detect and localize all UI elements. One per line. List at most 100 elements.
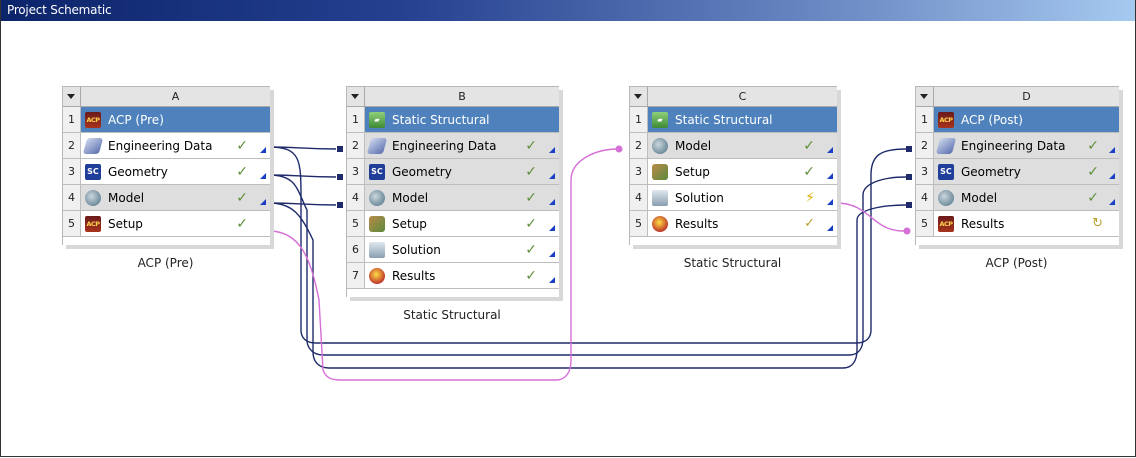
cell-results[interactable]: 7 Results ✓ bbox=[347, 263, 559, 289]
cell-geometry[interactable]: 3 SC Geometry ✓ bbox=[63, 159, 270, 185]
cell-corner-icon bbox=[549, 147, 555, 153]
system-letter: B bbox=[458, 90, 466, 103]
cell-corner-icon bbox=[827, 199, 833, 205]
cell-corner-icon bbox=[1109, 147, 1115, 153]
cell-model[interactable]: 2 Model ✓ bbox=[630, 133, 837, 159]
row-number: 3 bbox=[347, 159, 365, 184]
system-caption[interactable]: Static Structural bbox=[346, 308, 558, 322]
acp-icon: ACP bbox=[85, 216, 101, 232]
system-title-cell[interactable]: 1 ▰ Static Structural bbox=[347, 107, 559, 133]
cell-label: Model bbox=[108, 191, 145, 205]
system-header[interactable]: A bbox=[63, 87, 270, 107]
cell-geometry[interactable]: 3 SC Geometry ✓ bbox=[916, 159, 1119, 185]
cell-engineering-data[interactable]: 2 Engineering Data ✓ bbox=[916, 133, 1119, 159]
cell-setup[interactable]: 5 ACP Setup ✓ bbox=[63, 211, 270, 237]
input-connector-b3 bbox=[337, 174, 343, 180]
system-caption[interactable]: ACP (Post) bbox=[915, 256, 1118, 270]
system-header[interactable]: C bbox=[630, 87, 837, 107]
engineering-data-icon bbox=[366, 138, 388, 154]
solution-icon bbox=[369, 242, 385, 258]
row-number: 4 bbox=[63, 185, 81, 210]
cell-label: Geometry bbox=[108, 165, 168, 179]
up-to-date-check-icon: ✓ bbox=[236, 216, 248, 232]
cell-corner-icon bbox=[549, 199, 555, 205]
cell-setup[interactable]: 3 Setup ✓ bbox=[630, 159, 837, 185]
system-header[interactable]: D bbox=[916, 87, 1119, 107]
row-number: 2 bbox=[347, 133, 365, 158]
row-number: 3 bbox=[916, 159, 934, 184]
cell-geometry[interactable]: 3 SC Geometry ✓ bbox=[347, 159, 559, 185]
row-number: 5 bbox=[63, 211, 81, 236]
cell-label: Solution bbox=[392, 243, 441, 257]
system-title-cell[interactable]: 1 ▰ Static Structural bbox=[630, 107, 837, 133]
cell-corner-icon bbox=[549, 173, 555, 179]
cell-model[interactable]: 4 Model ✓ bbox=[63, 185, 270, 211]
row-number: 1 bbox=[630, 107, 648, 132]
cell-corner-icon bbox=[827, 225, 833, 231]
system-header[interactable]: B bbox=[347, 87, 559, 107]
cell-setup[interactable]: 5 Setup ✓ bbox=[347, 211, 559, 237]
system-d[interactable]: D 1 ACP ACP (Post) 2 Engineering Data ✓ … bbox=[915, 86, 1119, 245]
cell-label: Model bbox=[675, 139, 712, 153]
cell-solution[interactable]: 4 Solution ⚡ bbox=[630, 185, 837, 211]
link-c4-d5 bbox=[835, 202, 905, 232]
cell-results[interactable]: 5 Results ✓ bbox=[630, 211, 837, 237]
results-icon bbox=[369, 268, 385, 284]
cell-corner-icon bbox=[260, 199, 266, 205]
up-to-date-check-icon: ✓ bbox=[803, 164, 815, 180]
cell-corner-icon bbox=[549, 277, 555, 283]
up-to-date-check-icon: ✓ bbox=[1087, 138, 1099, 154]
up-to-date-check-icon: ✓ bbox=[525, 190, 537, 206]
cell-engineering-data[interactable]: 2 Engineering Data ✓ bbox=[347, 133, 559, 159]
system-b[interactable]: B 1 ▰ Static Structural 2 Engineering Da… bbox=[346, 86, 559, 297]
system-c[interactable]: C 1 ▰ Static Structural 2 Model ✓ 3 Setu… bbox=[629, 86, 837, 245]
system-letter: A bbox=[171, 90, 180, 103]
system-menu-button[interactable] bbox=[63, 87, 81, 107]
input-connector-d5 bbox=[903, 227, 911, 235]
system-title-cell[interactable]: 1 ACP ACP (Post) bbox=[916, 107, 1119, 133]
row-number: 3 bbox=[63, 159, 81, 184]
cell-label: Results bbox=[675, 217, 719, 231]
row-number: 2 bbox=[630, 133, 648, 158]
cell-label: Setup bbox=[392, 217, 427, 231]
cell-model[interactable]: 4 Model ✓ bbox=[916, 185, 1119, 211]
engineering-data-icon bbox=[935, 138, 957, 154]
input-connector-b4 bbox=[337, 202, 343, 208]
input-connector-d2 bbox=[906, 146, 912, 152]
cell-model[interactable]: 4 Model ✓ bbox=[347, 185, 559, 211]
cell-corner-icon bbox=[827, 173, 833, 179]
system-title-cell[interactable]: 1 ACP ACP (Pre) bbox=[63, 107, 270, 133]
system-caption[interactable]: ACP (Pre) bbox=[62, 256, 269, 270]
engineering-data-icon bbox=[82, 138, 104, 154]
system-caption[interactable]: Static Structural bbox=[629, 256, 836, 270]
cell-corner-icon bbox=[549, 251, 555, 257]
up-to-date-check-icon: ✓ bbox=[525, 242, 537, 258]
model-icon bbox=[369, 190, 385, 206]
row-number: 4 bbox=[347, 185, 365, 210]
row-number: 3 bbox=[630, 159, 648, 184]
geometry-icon: SC bbox=[85, 164, 101, 180]
cell-results[interactable]: 5 ACP Results ↻ bbox=[916, 211, 1119, 237]
system-menu-button[interactable] bbox=[347, 87, 365, 107]
up-to-date-check-icon: ✓ bbox=[525, 216, 537, 232]
cell-solution[interactable]: 6 Solution ✓ bbox=[347, 237, 559, 263]
input-connector-c2 bbox=[615, 145, 623, 153]
system-letter: C bbox=[738, 90, 747, 103]
cell-corner-icon bbox=[260, 173, 266, 179]
row-number: 7 bbox=[347, 263, 365, 288]
up-to-date-check-icon: ✓ bbox=[525, 268, 537, 284]
row-number: 1 bbox=[347, 107, 365, 132]
system-menu-button[interactable] bbox=[916, 87, 934, 107]
cell-corner-icon bbox=[827, 147, 833, 153]
system-menu-button[interactable] bbox=[630, 87, 648, 107]
system-a[interactable]: A 1 ACP ACP (Pre) 2 Engineering Data ✓ 3… bbox=[62, 86, 270, 245]
row-number: 4 bbox=[916, 185, 934, 210]
cell-label: Static Structural bbox=[392, 113, 490, 127]
cell-label: Engineering Data bbox=[392, 139, 497, 153]
cell-engineering-data[interactable]: 2 Engineering Data ✓ bbox=[63, 133, 270, 159]
dropdown-arrow-icon bbox=[634, 94, 642, 99]
row-number: 5 bbox=[347, 211, 365, 236]
cell-corner-icon bbox=[1109, 173, 1115, 179]
row-number: 1 bbox=[63, 107, 81, 132]
solution-icon bbox=[652, 190, 668, 206]
